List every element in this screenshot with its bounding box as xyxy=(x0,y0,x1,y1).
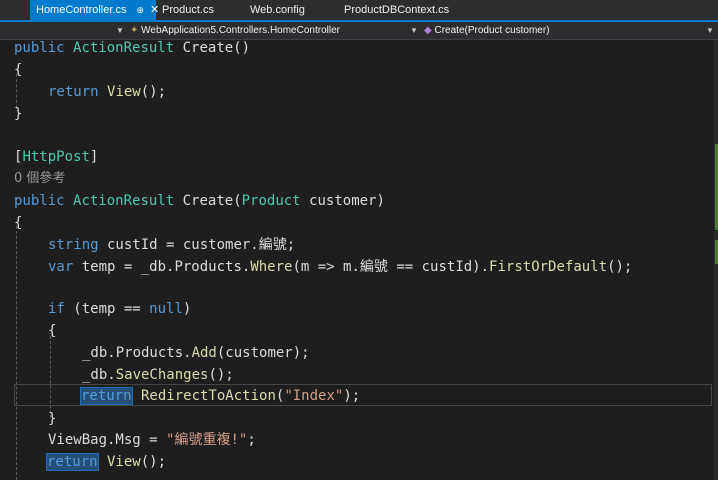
code-line: { xyxy=(14,62,23,78)
code-line: ViewBag.Msg = "編號重複!"; xyxy=(48,432,256,448)
highlighted-return-keyword: return xyxy=(80,387,133,405)
member-dropdown-arrow-icon[interactable]: ▼ xyxy=(706,22,714,39)
document-tab-bar: HomeController.cs ⊕ ✕ Product.cs Web.confi… xyxy=(0,0,718,22)
codelens-reference-count[interactable]: 0 個參考 xyxy=(14,168,65,190)
code-line: var temp = _db.Products.Where(m => m.編號 … xyxy=(48,259,633,275)
highlighted-return-keyword: return xyxy=(46,453,99,471)
tab-label: Web.config xyxy=(250,4,305,16)
code-line: string custId = customer.編號; xyxy=(48,237,296,253)
code-line: return RedirectToAction("Index"); xyxy=(80,387,361,405)
code-line: } xyxy=(48,411,57,427)
member-name: Create(Product customer) xyxy=(434,25,550,36)
code-line: return View(); xyxy=(48,84,167,100)
indent-guide xyxy=(16,226,17,480)
tab-webconfig[interactable]: Web.config xyxy=(244,0,334,20)
tab-label: ProductDBContext.cs xyxy=(344,4,450,16)
class-dropdown-arrow-icon[interactable]: ▼ xyxy=(410,22,418,39)
code-line: { xyxy=(14,215,23,231)
tab-productdbcontext[interactable]: ProductDBContext.cs xyxy=(338,0,458,20)
tab-homecontroller[interactable]: HomeController.cs ⊕ ✕ xyxy=(30,0,159,20)
code-line: [HttpPost] xyxy=(14,149,99,165)
code-line: if (temp == null) xyxy=(48,301,192,317)
tab-label: Product.cs xyxy=(162,4,214,16)
code-line: _db.SaveChanges(); xyxy=(82,367,234,383)
member-dropdown[interactable]: ◆ Create(Product customer) xyxy=(424,22,550,39)
vertical-scrollbar[interactable] xyxy=(714,40,718,480)
method-icon: ◆ xyxy=(424,25,432,36)
code-editor[interactable]: public ActionResult Create() { return Vi… xyxy=(0,40,718,480)
code-line: _db.Products.Add(customer); xyxy=(82,345,310,361)
pin-icon[interactable]: ⊕ xyxy=(136,5,144,15)
code-line: public ActionResult Create() xyxy=(14,40,251,56)
tab-label: HomeController.cs xyxy=(36,4,127,16)
class-path: WebApplication5.Controllers.HomeControll… xyxy=(141,25,340,36)
tab-product[interactable]: Product.cs xyxy=(156,0,238,20)
code-line: public ActionResult Create(Product custo… xyxy=(14,193,385,209)
code-line: { xyxy=(48,323,57,339)
code-line: } xyxy=(14,106,23,122)
class-icon: ✦ xyxy=(130,25,139,36)
code-line: return View(); xyxy=(46,453,167,471)
